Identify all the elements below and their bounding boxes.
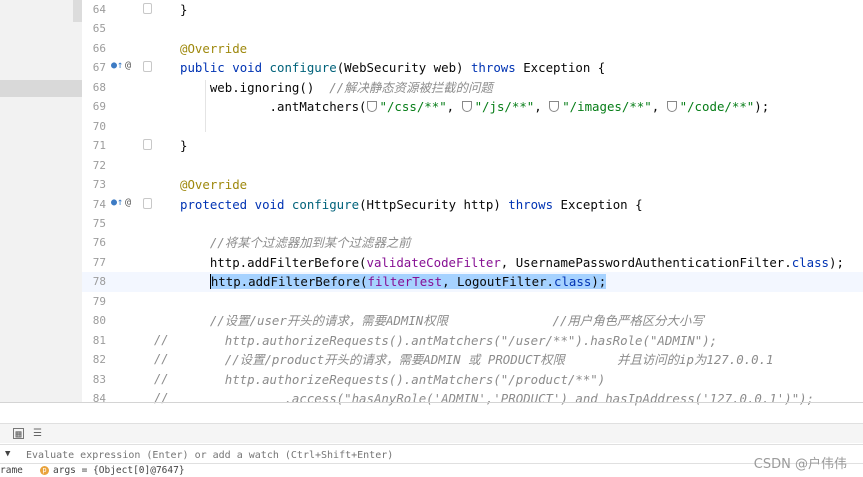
frame-label: rame [0,465,23,476]
code-line[interactable]: 79 [82,292,863,311]
code-line[interactable]: 66 @Override [82,39,863,58]
line-number: 68 [92,80,106,94]
fold-icon[interactable] [143,139,152,151]
line-number: 82 [92,353,106,367]
parameter-icon: p [40,466,49,475]
code-text: public void configure(WebSecurity web) t… [180,60,606,76]
code-line[interactable]: 77 http.addFilterBefore(validateCodeFilt… [82,253,863,272]
line-number: 70 [92,119,106,133]
line-number: 72 [92,158,106,172]
line-comment-prefix: // [154,332,169,347]
code-line[interactable]: 73 @Override [82,175,863,194]
line-number: 80 [92,314,106,328]
line-number: 65 [92,22,106,36]
left-panel-strip [0,0,82,402]
shield-icon [666,101,677,113]
line-number: 77 [92,255,106,269]
grid-icon[interactable]: ▦ [13,428,24,440]
code-line-current[interactable]: 78 http.addFilterBefore(filterTest, Logo… [82,272,863,292]
fold-icon[interactable] [143,197,152,209]
left-panel-selected-row[interactable] [0,80,82,97]
code-text: @Override [180,177,248,193]
variables-row[interactable]: rame p args = {Object[0]@7647} [0,465,863,477]
line-number: 84 [92,392,106,405]
expand-caret-icon[interactable]: ▼ [5,449,10,459]
line-number: 73 [92,178,106,192]
code-line[interactable]: 82 // //设置/product开头的请求，需要ADMIN 或 PRODUC… [82,350,863,369]
override-icon[interactable]: ●↑ [111,60,123,71]
line-number: 76 [92,236,106,250]
line-number: 75 [92,216,106,230]
line-number: 69 [92,100,106,114]
code-text: //设置/user开头的请求，需要ADMIN权限 //用户角色严格区分大小写 [209,313,704,329]
code-line[interactable]: 83 // http.authorizeRequests().antMatche… [82,370,863,389]
left-panel-scroll-bar[interactable] [73,0,82,22]
evaluate-expression-input[interactable] [26,447,726,463]
fold-icon[interactable] [143,61,152,73]
code-text-selected[interactable]: http.addFilterBefore(filterTest, LogoutF… [180,273,607,290]
line-number: 71 [92,139,106,153]
panel-divider[interactable] [0,402,863,403]
line-number: 78 [92,275,106,289]
code-line[interactable]: 65 [82,19,863,38]
line-number: 67 [92,61,106,75]
annotation-icon[interactable]: @ [125,197,131,208]
code-text: protected void configure(HttpSecurity ht… [180,196,643,212]
code-line[interactable]: 72 [82,156,863,175]
override-markers[interactable]: ●↑ @ [111,60,131,71]
line-number: 64 [92,3,106,16]
code-line[interactable]: 71 } [82,136,863,155]
line-number: 79 [92,294,106,308]
evaluate-expression-row: ▼ [0,444,863,464]
code-text: .access("hasAnyRole('ADMIN','PRODUCT') a… [284,391,815,406]
code-line[interactable]: 81 // http.authorizeRequests().antMatche… [82,331,863,350]
annotation-icon[interactable]: @ [125,60,131,71]
line-number: 74 [92,197,106,211]
code-line[interactable]: 80 //设置/user开头的请求，需要ADMIN权限 //用户角色严格区分大小… [82,311,863,330]
line-number: 66 [92,41,106,55]
code-line[interactable]: 75 [82,214,863,233]
line-comment-prefix: // [154,352,169,367]
code-text: http.authorizeRequests().antMatchers("/u… [224,332,718,348]
shield-icon [366,101,377,113]
fold-icon[interactable] [143,3,152,14]
code-text: .antMatchers("/css/**", "/js/**", "/imag… [269,99,770,115]
code-line[interactable]: 67 ●↑ @ public void configure(WebSecurity… [82,58,863,77]
code-text: http.addFilterBefore(validateCodeFilter,… [209,254,844,270]
debugger-toolbar: ▦ ☰ [0,423,863,443]
code-line[interactable]: 76 //将某个过滤器加到某个过滤器之前 [82,233,863,252]
code-text: //将某个过滤器加到某个过滤器之前 [209,235,411,251]
override-markers[interactable]: ●↑ @ [111,197,131,208]
shield-icon [549,101,560,113]
line-comment-prefix: // [154,371,169,386]
code-line[interactable]: 68 web.ignoring() //解决静态资源被拦截的问题 [82,78,863,97]
variable-value[interactable]: args = {Object[0]@7647} [53,465,185,476]
watermark: CSDN @户伟伟 [753,457,847,472]
line-number: 83 [92,372,106,386]
code-text: //设置/product开头的请求，需要ADMIN 或 PRODUCT权限 并且… [224,352,774,368]
code-line[interactable]: 70 [82,117,863,136]
code-text: } [180,138,188,154]
shield-icon [461,101,472,113]
code-text: @Override [180,40,248,56]
text-selection[interactable]: http.addFilterBefore(filterTest, LogoutF… [209,274,607,290]
override-icon[interactable]: ●↑ [111,197,123,208]
line-number: 81 [92,333,106,347]
lines-icon[interactable]: ☰ [32,428,43,439]
code-line[interactable]: 64 } [82,0,863,19]
code-text: http.authorizeRequests().antMatchers("/p… [224,371,606,387]
code-line[interactable]: 84 // .access("hasAnyRole('ADMIN','PRODU… [82,389,863,408]
code-text: web.ignoring() //解决静态资源被拦截的问题 [209,79,493,95]
code-text: } [180,2,188,17]
code-line[interactable]: 69 .antMatchers("/css/**", "/js/**", "/i… [82,97,863,116]
code-line[interactable]: 74 ●↑ @ protected void configure(HttpSecu… [82,195,863,214]
